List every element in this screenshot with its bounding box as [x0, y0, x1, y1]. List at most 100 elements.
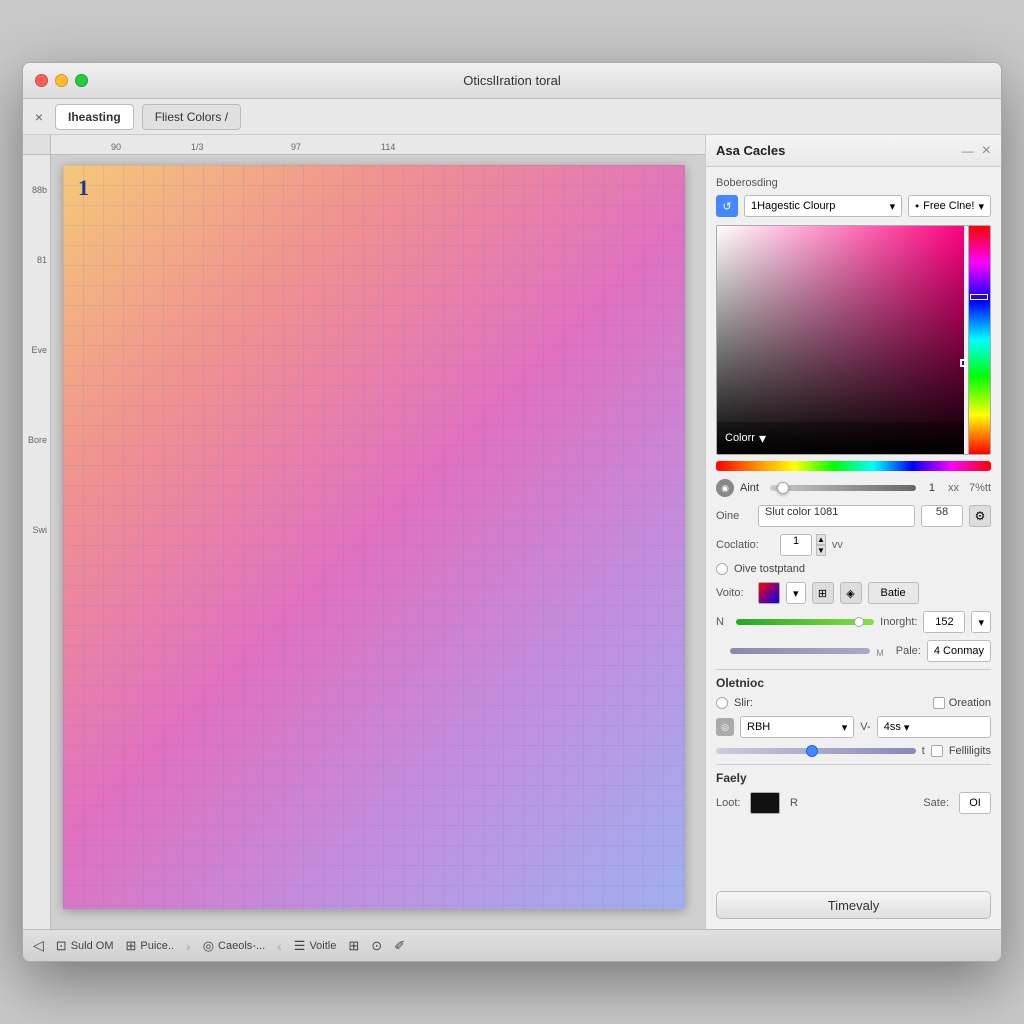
oration-checkbox[interactable] — [933, 697, 945, 709]
slir-label: Slir: — [734, 697, 753, 709]
ruler-top: 90 1/3 97 114 — [51, 135, 705, 155]
right-panel: Asa Cacles — × Boberosding ↺ 1Hagestic C… — [705, 135, 1001, 929]
panel-title: Asa Cacles — [716, 143, 785, 158]
status-item-caeols[interactable]: ◎ Caeols-... — [203, 938, 265, 954]
batie-button[interactable]: Batie — [868, 582, 919, 604]
pale-row: M Pale: 4 Conmay — [716, 640, 991, 662]
v-label: V- — [860, 721, 870, 733]
canvas-content: 1 — [63, 165, 685, 909]
document-canvas[interactable]: 1 — [63, 165, 685, 909]
window-title: OticslIration toral — [463, 73, 561, 88]
color-label-bar: Colorr ▾ — [717, 422, 964, 454]
coclatio-row: Coclatio: 1 ▲ ▼ vv — [716, 534, 991, 556]
camera-icon: ⊙ — [371, 938, 382, 954]
oine-num[interactable]: 58 — [921, 505, 963, 527]
section-boberosding: Boberosding — [716, 177, 991, 189]
suld-icon: ⊡ — [56, 938, 67, 954]
panel-close[interactable]: × — [982, 142, 991, 160]
oration-label: Oreation — [949, 697, 991, 709]
voito-icon2[interactable]: ◈ — [840, 582, 862, 604]
traffic-lights — [35, 74, 88, 87]
panel-minimize[interactable]: — — [962, 144, 974, 158]
grid-icon: ⊞ — [348, 938, 359, 954]
n-row: N Inorght: 152 ▾ — [716, 611, 991, 633]
panel-content: Boberosding ↺ 1Hagestic Clourp ▾ ⬩ Free … — [706, 167, 1001, 891]
color-picker-handle[interactable] — [960, 359, 968, 367]
alpha-slider[interactable] — [770, 485, 916, 491]
minimize-button[interactable] — [55, 74, 68, 87]
rbh-row: ◎ RBH ▾ V- 4ss ▾ — [716, 716, 991, 738]
oine-row: Oine Slut color 1081 58 ⚙ — [716, 505, 991, 527]
page-number: 1 — [78, 175, 89, 201]
pale-slider[interactable] — [730, 648, 870, 654]
loot-color-swatch[interactable] — [750, 792, 780, 814]
divider-2 — [716, 764, 991, 765]
n-slider[interactable] — [736, 619, 874, 625]
felliligits-checkbox[interactable] — [931, 745, 943, 757]
divider-1 — [716, 669, 991, 670]
r-label: R — [790, 797, 798, 809]
maximize-button[interactable] — [75, 74, 88, 87]
coclatio-input[interactable]: 1 — [780, 534, 812, 556]
status-sep-1: › — [186, 938, 191, 954]
coclatio-stepper: 1 ▲ ▼ — [780, 534, 826, 556]
gear-button[interactable]: ⚙ — [969, 505, 991, 527]
tab-iheasting[interactable]: Iheasting — [55, 104, 134, 130]
voito-color-swatch[interactable] — [758, 582, 780, 604]
give-radio[interactable] — [716, 563, 728, 575]
t-slider-thumb[interactable] — [806, 745, 818, 757]
status-item-voitle[interactable]: ☰ Voitle — [294, 938, 337, 954]
n-slider-thumb[interactable] — [854, 617, 864, 627]
hue-bar[interactable] — [968, 226, 990, 454]
back-icon: ◁ — [33, 937, 44, 954]
voito-row: Voito: ▾ ⊞ ◈ Batie — [716, 582, 991, 604]
give-label: Oive tostptand — [734, 563, 805, 575]
status-item-puice[interactable]: ⊞ Puice.. — [125, 938, 174, 954]
status-item-pen[interactable]: ✐ — [394, 938, 405, 954]
pale-value-dropdown[interactable]: 4 Conmay — [927, 640, 991, 662]
status-bar: ◁ ⊡ Suld OM ⊞ Puice.. › ◎ Caeols-... ‹ ☰… — [23, 929, 1001, 961]
alpha-percent: 7%tt — [969, 482, 991, 494]
val-dropdown[interactable]: 4ss ▾ — [877, 716, 991, 738]
canvas-area[interactable]: 90 1/3 97 114 88b 81 Eve Bore Swi 1 — [23, 135, 705, 929]
status-item-camera[interactable]: ⊙ — [371, 938, 382, 954]
faely-row: Loot: R Sate: OI — [716, 792, 991, 814]
picker-icon[interactable]: ↺ — [716, 195, 738, 217]
status-item-back[interactable]: ◁ — [33, 937, 44, 954]
toolbar-close[interactable]: × — [31, 109, 47, 125]
oine-input[interactable]: Slut color 1081 — [758, 505, 915, 527]
status-item-suld[interactable]: ⊡ Suld OM — [56, 938, 114, 954]
sate-label: Sate: — [923, 797, 949, 809]
panel-title-bar: Asa Cacles — × — [706, 135, 1001, 167]
slir-radio[interactable] — [716, 697, 728, 709]
inorght-value[interactable]: 152 — [923, 611, 965, 633]
stepper-down[interactable]: ▼ — [816, 545, 826, 556]
t-label: t — [922, 745, 925, 757]
timevaly-button[interactable]: Timevaly — [716, 891, 991, 919]
t-slider-row: t Felliligits — [716, 745, 991, 757]
alpha-thumb[interactable] — [777, 482, 789, 494]
n-label: N — [716, 616, 730, 628]
voito-dropdown[interactable]: ▾ — [786, 582, 806, 604]
t-slider[interactable] — [716, 748, 916, 754]
status-sep-2: ‹ — [277, 938, 282, 954]
inorght-dropdown[interactable]: ▾ — [971, 611, 991, 633]
loot-label: Loot: — [716, 797, 744, 809]
sate-value[interactable]: OI — [959, 792, 991, 814]
dropdown-free-clne[interactable]: ⬩ Free Clne! ▾ — [908, 195, 991, 217]
rbh-dropdown[interactable]: RBH ▾ — [740, 716, 854, 738]
status-item-grid[interactable]: ⊞ — [348, 938, 359, 954]
color-gradient-picker[interactable]: Colorr ▾ — [716, 225, 991, 455]
faely-header: Faely — [716, 771, 991, 785]
spectrum-bar[interactable] — [716, 461, 991, 471]
voito-icon1[interactable]: ⊞ — [812, 582, 834, 604]
close-button[interactable] — [35, 74, 48, 87]
stepper-up[interactable]: ▲ — [816, 534, 826, 545]
app-window: OticslIration toral × Iheasting Fliest C… — [22, 62, 1002, 962]
stepper-arrows: ▲ ▼ — [816, 534, 826, 556]
ruler-corner — [23, 135, 51, 155]
tab-fliest[interactable]: Fliest Colors / — [142, 104, 241, 130]
voitle-icon: ☰ — [294, 938, 306, 954]
dropdown-hagestic[interactable]: 1Hagestic Clourp ▾ — [744, 195, 902, 217]
pale-m-label: M — [876, 648, 884, 658]
